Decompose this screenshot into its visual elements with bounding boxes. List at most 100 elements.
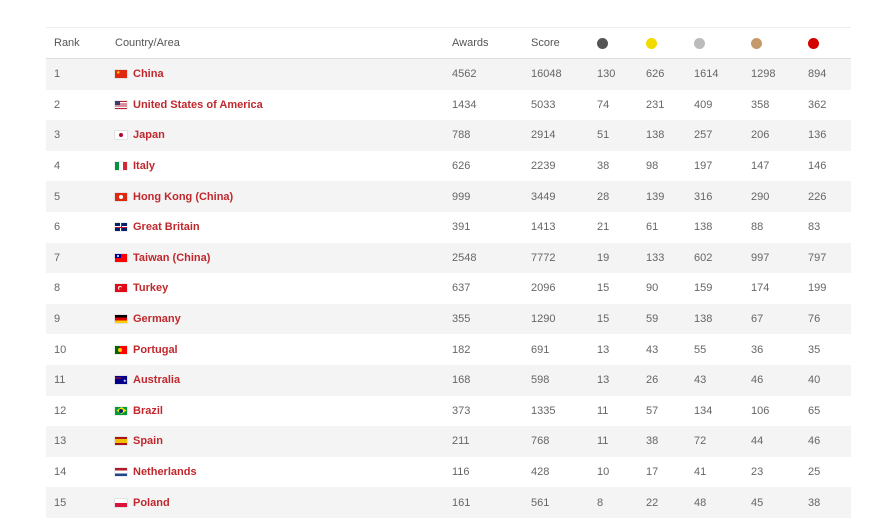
medal-bronze-cell: 358 xyxy=(751,98,770,111)
germany-flag-icon xyxy=(115,315,127,324)
medal-silver-cell: 41 xyxy=(694,466,707,479)
country-link[interactable]: Spain xyxy=(133,435,163,447)
taiwan-flag-icon xyxy=(115,253,127,262)
medal-red-cell: 38 xyxy=(808,496,821,509)
medal-yellow-cell: 26 xyxy=(646,374,659,387)
country-link[interactable]: Turkey xyxy=(133,282,168,294)
medal-silver-cell: 138 xyxy=(694,221,713,234)
australia-flag-icon: ★ xyxy=(115,376,127,385)
rank-cell: 7 xyxy=(54,251,61,264)
table-row: 6 391 1413 21 61 138 88 83 Great Britain xyxy=(46,212,851,243)
medal-silver-cell: 602 xyxy=(694,251,713,264)
country-link[interactable]: Brazil xyxy=(133,405,163,417)
table-row: 9 355 1290 15 59 138 67 76 Germany xyxy=(46,303,851,335)
table-row: 3 788 2914 51 138 257 206 136 Japan xyxy=(46,120,851,151)
country-link[interactable]: Australia xyxy=(133,374,180,386)
score-cell: 3449 xyxy=(531,190,556,203)
medal-yellow-cell: 139 xyxy=(646,190,665,203)
country-link[interactable]: Japan xyxy=(133,129,165,141)
red-dot-icon xyxy=(808,37,819,49)
medal-red-cell: 65 xyxy=(808,404,821,417)
medal-silver-cell: 48 xyxy=(694,496,707,509)
rank-cell: 8 xyxy=(54,282,61,295)
country-link[interactable]: Taiwan (China) xyxy=(133,252,210,264)
score-cell: 2096 xyxy=(531,282,556,295)
portugal-flag-icon xyxy=(115,345,127,354)
table-row: 4 626 2239 38 98 197 147 146 Italy xyxy=(46,151,851,182)
medal-red-cell: 46 xyxy=(808,435,821,448)
awards-cell: 788 xyxy=(452,129,471,142)
awards-cell: 355 xyxy=(452,313,471,326)
china-flag-icon: ★ xyxy=(115,70,127,79)
awards-cell: 161 xyxy=(452,496,471,509)
table-row: 5 999 3449 28 139 316 290 226 Hong Kong (China) xyxy=(46,181,851,212)
country-link[interactable]: Germany xyxy=(133,313,181,325)
header-medal-red[interactable] xyxy=(808,28,819,58)
header-rank[interactable]: Rank xyxy=(54,28,80,58)
medal-silver-cell: 409 xyxy=(694,98,713,111)
country-cell: Turkey xyxy=(115,273,168,304)
score-cell: 7772 xyxy=(531,251,556,264)
country-link[interactable]: Portugal xyxy=(133,344,178,356)
table-row: 7 2548 7772 19 133 602 997 797 Taiwan (China) xyxy=(46,242,851,274)
header-medal-silver[interactable] xyxy=(694,28,705,58)
medal-dark-grey-cell: 11 xyxy=(597,404,609,417)
score-cell: 561 xyxy=(531,496,550,509)
awards-cell: 168 xyxy=(452,374,471,387)
table-row: 10 182 691 13 43 55 36 35 Portugal xyxy=(46,334,851,365)
medal-red-cell: 797 xyxy=(808,251,827,264)
country-link[interactable]: Hong Kong (China) xyxy=(133,191,233,203)
score-cell: 768 xyxy=(531,435,550,448)
header-medal-yellow[interactable] xyxy=(646,28,657,58)
medal-yellow-cell: 626 xyxy=(646,68,665,81)
country-link[interactable]: Netherlands xyxy=(133,466,197,478)
medal-dark-grey-cell: 74 xyxy=(597,98,610,111)
country-cell: United States of America xyxy=(115,90,263,121)
table-row: 11 168 598 13 26 43 46 40 ★ Australia xyxy=(46,364,851,396)
silver-dot-icon xyxy=(694,37,705,49)
medal-silver-cell: 138 xyxy=(694,313,713,326)
country-cell: Spain xyxy=(115,426,163,457)
header-medal-dark-grey[interactable] xyxy=(597,28,608,58)
medal-yellow-cell: 59 xyxy=(646,313,659,326)
awards-cell: 999 xyxy=(452,190,471,203)
medal-yellow-cell: 17 xyxy=(646,466,659,479)
medal-red-cell: 362 xyxy=(808,98,827,111)
medal-bronze-cell: 290 xyxy=(751,190,770,203)
medal-red-cell: 894 xyxy=(808,68,827,81)
score-cell: 1413 xyxy=(531,221,556,234)
awards-cell: 211 xyxy=(452,435,470,448)
medal-red-cell: 25 xyxy=(808,466,821,479)
rank-cell: 14 xyxy=(54,466,67,479)
country-link[interactable]: United States of America xyxy=(133,99,263,111)
rank-cell: 12 xyxy=(54,404,67,417)
country-link[interactable]: Poland xyxy=(133,497,170,509)
country-cell: Hong Kong (China) xyxy=(115,181,233,212)
medal-dark-grey-cell: 51 xyxy=(597,129,610,142)
bronze-dot-icon xyxy=(751,37,762,49)
country-cell: Poland xyxy=(115,487,170,518)
header-awards[interactable]: Awards xyxy=(452,28,488,58)
medal-yellow-cell: 22 xyxy=(646,496,659,509)
header-score[interactable]: Score xyxy=(531,28,560,58)
medal-yellow-cell: 57 xyxy=(646,404,659,417)
country-cell: Netherlands xyxy=(115,457,197,488)
header-country[interactable]: Country/Area xyxy=(115,28,180,58)
country-link[interactable]: Great Britain xyxy=(133,221,200,233)
score-cell: 598 xyxy=(531,374,550,387)
header-medal-bronze[interactable] xyxy=(751,28,762,58)
country-link[interactable]: China xyxy=(133,68,164,80)
country-link[interactable]: Italy xyxy=(133,160,155,172)
medal-dark-grey-cell: 13 xyxy=(597,343,610,356)
rank-cell: 3 xyxy=(54,129,61,142)
medal-dark-grey-cell: 21 xyxy=(597,221,610,234)
table-row: 15 161 561 8 22 48 45 38 Poland xyxy=(46,487,851,518)
medal-yellow-cell: 38 xyxy=(646,435,659,448)
medal-dark-grey-cell: 15 xyxy=(597,282,610,295)
awards-cell: 116 xyxy=(452,466,470,479)
country-cell: Portugal xyxy=(115,334,178,365)
japan-flag-icon xyxy=(115,131,127,140)
poland-flag-icon xyxy=(115,498,127,507)
medal-dark-grey-cell: 38 xyxy=(597,160,610,173)
medal-dark-grey-cell: 13 xyxy=(597,374,610,387)
